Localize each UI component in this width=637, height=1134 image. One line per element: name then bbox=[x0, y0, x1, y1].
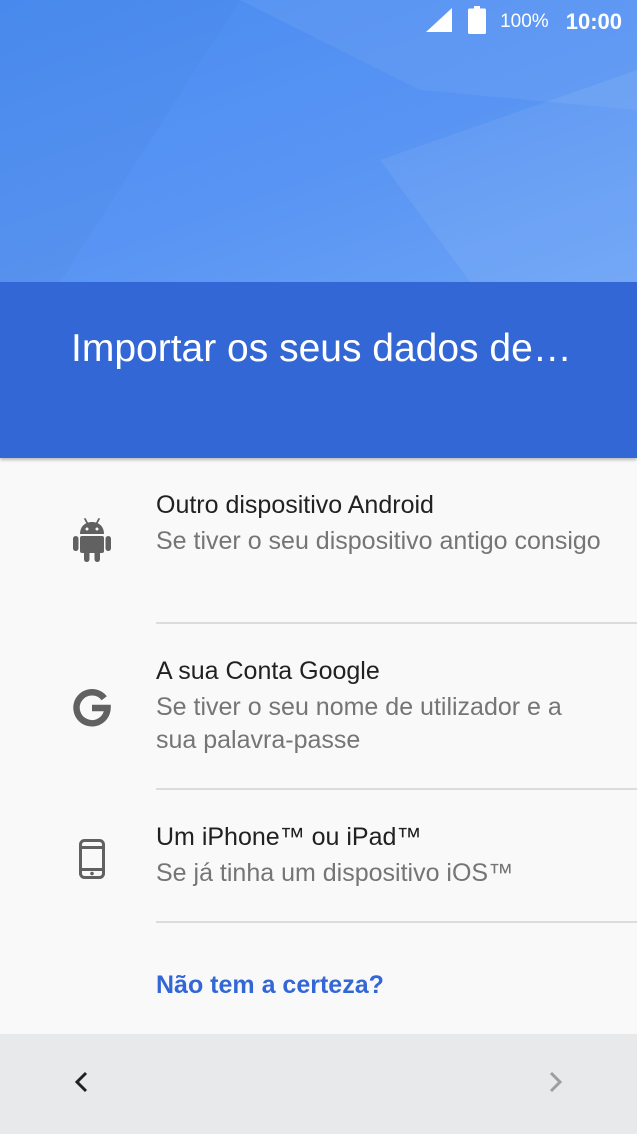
google-g-icon bbox=[70, 686, 114, 730]
battery-percent: 100% bbox=[500, 11, 549, 32]
divider bbox=[156, 921, 637, 923]
option-title: Outro dispositivo Android bbox=[156, 491, 434, 519]
signal-icon bbox=[426, 7, 453, 37]
clock: 10:00 bbox=[565, 9, 622, 34]
option-title: A sua Conta Google bbox=[156, 657, 380, 685]
android-icon bbox=[70, 518, 114, 562]
status-bar: 100% 10:00 bbox=[0, 0, 637, 44]
option-iphone-ipad[interactable]: Um iPhone™ ou iPad™ Se já tinha um dispo… bbox=[0, 790, 637, 923]
option-title: Um iPhone™ ou iPad™ bbox=[156, 823, 422, 851]
battery-icon bbox=[468, 5, 487, 39]
option-subtitle: Se já tinha um dispositivo iOS™ bbox=[156, 859, 514, 887]
chevron-left-icon bbox=[74, 1071, 88, 1098]
option-google-account[interactable]: A sua Conta Google Se tiver o seu nome d… bbox=[0, 624, 637, 790]
not-sure-link[interactable]: Não tem a certeza? bbox=[156, 971, 384, 1000]
bottom-navigation-bar bbox=[0, 1034, 637, 1134]
back-button[interactable] bbox=[61, 1064, 101, 1104]
option-android-device[interactable]: Outro dispositivo Android Se tiver o seu… bbox=[0, 458, 637, 624]
chevron-right-icon bbox=[549, 1071, 563, 1098]
option-subtitle: Se tiver o seu nome de utilizador e a su… bbox=[156, 693, 562, 754]
hero-background: 100% 10:00 bbox=[0, 0, 637, 282]
page-title: Importar os seus dados de… bbox=[71, 327, 572, 370]
import-options-list: Outro dispositivo Android Se tiver o seu… bbox=[0, 458, 637, 923]
title-band: Importar os seus dados de… bbox=[0, 282, 637, 458]
next-button[interactable] bbox=[536, 1064, 576, 1104]
phone-icon bbox=[70, 837, 114, 881]
option-subtitle: Se tiver o seu dispositivo antigo consig… bbox=[156, 527, 601, 555]
